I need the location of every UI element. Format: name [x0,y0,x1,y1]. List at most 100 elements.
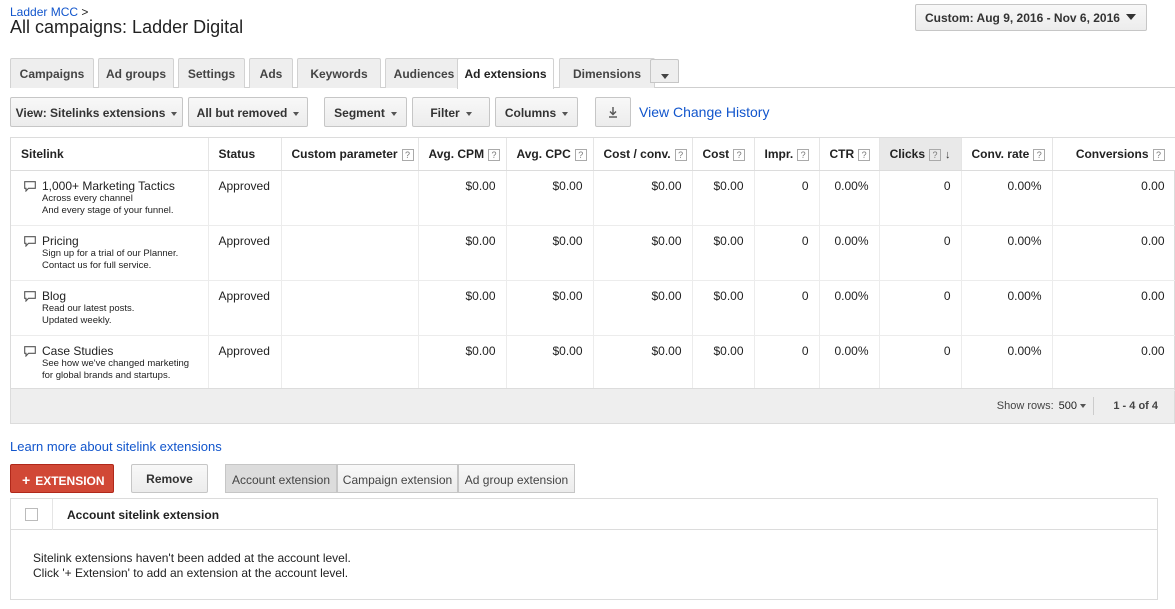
select-all-checkbox[interactable] [25,508,38,521]
tab-keywords[interactable]: Keywords [297,58,381,88]
column-header-avg-cpc[interactable]: Avg. CPC? [506,138,594,171]
empty-state-line-2: Click '+ Extension' to add an extension … [33,566,349,580]
cell-avg-cpc: $0.00 [506,335,594,391]
help-icon[interactable]: ? [488,148,501,161]
help-icon[interactable]: ? [1152,148,1165,161]
table-row[interactable]: Case Studies See how we've changed marke… [11,335,1175,391]
sitelink-name[interactable]: Case Studies [42,344,189,358]
help-icon[interactable]: ? [674,148,687,161]
more-tabs-button[interactable] [650,59,679,83]
column-header-cost-per-conv[interactable]: Cost / conv.? [593,138,693,171]
cell-ctr: 0.00% [819,170,880,226]
column-header-label: Cost [702,146,730,161]
help-icon[interactable]: ? [574,148,587,161]
segment-button[interactable]: Segment [324,97,407,127]
table-row[interactable]: 1,000+ Marketing Tactics Across every ch… [11,170,1175,226]
table-footer: Show rows: 500 1 - 4 of 4 [11,388,1174,423]
cell-custom-parameter [281,280,419,336]
show-rows-control[interactable]: Show rows: 500 [997,400,1086,412]
column-header-ctr[interactable]: CTR? [819,138,880,171]
table-header-row: Sitelink Status Custom parameter? Avg. C… [11,138,1175,171]
cell-status: Approved [208,170,282,226]
segment-label: Segment [334,106,385,120]
tab-campaigns[interactable]: Campaigns [10,58,94,88]
page-title: All campaigns: Ladder Digital [10,17,244,37]
cell-ctr: 0.00% [819,225,880,281]
column-header-clicks[interactable]: Clicks? ↓ [879,138,962,171]
column-header-conv-rate[interactable]: Conv. rate? [961,138,1053,171]
campaign-extension-toggle[interactable]: Campaign extension [337,464,458,493]
help-icon[interactable]: ? [733,148,746,161]
comment-icon [24,235,36,247]
show-rows-value: 500 [1058,400,1077,412]
column-header-label: Cost / conv. [603,146,671,161]
cell-conv-rate: 0.00% [961,170,1053,226]
column-header-cost[interactable]: Cost? [692,138,755,171]
cell-cost: $0.00 [692,225,755,281]
tab-ad-groups[interactable]: Ad groups [98,58,174,88]
view-selector[interactable]: View: Sitelinks extensions [10,97,183,127]
date-range-label: Custom: Aug 9, 2016 - Nov 6, 2016 [925,11,1120,25]
help-icon[interactable]: ? [929,148,941,161]
cell-cost: $0.00 [692,280,755,336]
column-header-custom-parameter[interactable]: Custom parameter? [281,138,419,171]
column-header-conversions[interactable]: Conversions? [1052,138,1175,171]
column-header-label: Conversions [1075,146,1149,161]
column-header-label: Avg. CPM [428,146,485,161]
column-header-sitelink[interactable]: Sitelink [11,138,209,171]
columns-button[interactable]: Columns [495,97,578,127]
chevron-down-icon [562,111,569,116]
divider [52,499,53,530]
column-header-impressions[interactable]: Impr.? [754,138,820,171]
cell-cost: $0.00 [692,335,755,391]
help-icon[interactable]: ? [858,148,871,161]
table-row[interactable]: Pricing Sign up for a trial of our Plann… [11,225,1175,281]
tab-label: Ad extensions [464,67,547,81]
help-icon[interactable]: ? [797,148,810,161]
learn-more-link[interactable]: Learn more about sitelink extensions [10,439,222,454]
account-extension-toggle[interactable]: Account extension [225,464,337,493]
tab-ads[interactable]: Ads [249,58,293,88]
tab-ad-extensions[interactable]: Ad extensions [457,58,554,89]
view-change-history-link[interactable]: View Change History [639,104,769,120]
cell-impressions: 0 [754,225,820,281]
chevron-down-icon [390,111,397,116]
account-extension-panel: Account sitelink extension Sitelink exte… [10,498,1158,600]
chevron-down-icon [293,111,300,116]
sitelink-name[interactable]: Pricing [42,234,178,248]
column-header-status[interactable]: Status [208,138,282,171]
view-selector-label: View: Sitelinks extensions [15,106,166,120]
sitelink-name[interactable]: Blog [42,289,134,303]
cell-avg-cpm: $0.00 [418,225,507,281]
sitelink-description-1: Across every channel [42,192,133,204]
cell-status: Approved [208,280,282,336]
download-button[interactable] [595,97,631,127]
sitelink-description-2: And every stage of your funnel. [42,204,174,216]
cell-conv-rate: 0.00% [961,335,1053,391]
sitelink-name[interactable]: 1,000+ Marketing Tactics [42,179,175,193]
remove-button[interactable]: Remove [131,464,208,493]
tab-audiences[interactable]: Audiences [385,58,463,88]
table-row[interactable]: Blog Read our latest posts. Updated week… [11,280,1175,336]
tab-dimensions[interactable]: Dimensions [559,58,655,88]
cell-custom-parameter [281,225,419,281]
tab-settings[interactable]: Settings [178,58,245,88]
ad-group-extension-toggle[interactable]: Ad group extension [458,464,575,493]
column-header-label: Status [218,146,256,161]
sort-descending-icon: ↓ [945,148,951,161]
cell-sitelink: Blog Read our latest posts. Updated week… [11,280,209,336]
date-range-picker[interactable]: Custom: Aug 9, 2016 - Nov 6, 2016 [915,4,1147,31]
cell-status: Approved [208,335,282,391]
help-icon[interactable]: ? [401,148,414,161]
cell-cost-per-conv: $0.00 [593,335,693,391]
status-filter-selector[interactable]: All but removed [188,97,308,127]
filter-button[interactable]: Filter [412,97,490,127]
column-header-avg-cpm[interactable]: Avg. CPM? [418,138,507,171]
download-icon [609,107,617,118]
chevron-down-icon [1126,14,1136,20]
help-icon[interactable]: ? [1033,148,1046,161]
status-filter-label: All but removed [196,106,288,120]
cell-avg-cpc: $0.00 [506,170,594,226]
add-extension-button[interactable]: + EXTENSION [10,464,114,493]
chevron-down-icon [660,74,669,79]
